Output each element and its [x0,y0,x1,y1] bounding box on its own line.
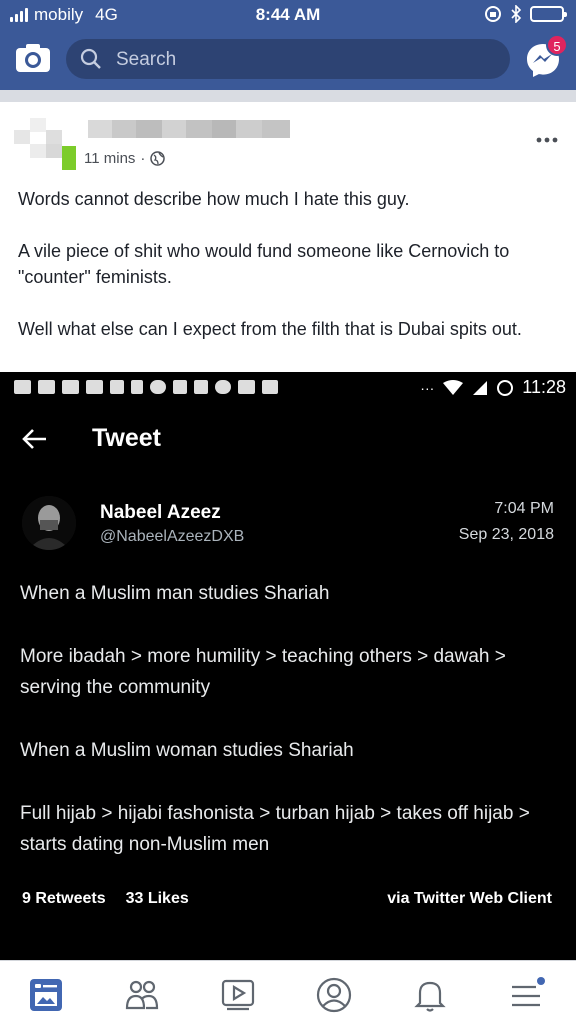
search-input[interactable]: Search [66,39,510,79]
android-status-bar: ··· 11:28 [0,372,576,404]
send-notification-icon [131,380,143,394]
notification-icon [150,380,166,394]
notification-icon [262,380,278,394]
battery-icon [530,6,567,22]
profile-icon [316,977,352,1013]
tweet-body: When a Muslim man studies Shariah More i… [20,578,560,892]
tab-notifications[interactable] [410,975,450,1015]
menu-icon [512,977,545,1007]
tweet-author-name: Nabeel Azeez [100,502,221,523]
back-arrow-icon [22,429,46,449]
tab-profile[interactable] [314,975,354,1015]
gmail-notification-icon [238,380,255,394]
tab-friends[interactable] [122,975,162,1015]
tweet-paragraph: More ibadah > more humility > teaching o… [20,646,506,698]
facebook-notification-icon [110,380,124,394]
post-meta: 11 mins · [84,150,166,167]
tweet-source: via Twitter Web Client [387,890,552,907]
post-paragraph: A vile piece of shit who would fund some… [18,241,510,287]
notification-icon [215,380,231,394]
search-icon [80,48,101,69]
tweet-paragraph: Full hijab > hijabi fashonista > turban … [20,803,530,855]
more-icon [536,137,558,143]
tweet-time: 7:04 PM [494,500,554,517]
tweet-author-handle: @NabeelAzeezDXB [100,528,245,545]
tab-news-feed[interactable] [26,975,66,1015]
tab-watch[interactable] [218,975,258,1015]
post-image-tweet-screenshot[interactable]: ··· 11:28 Tweet Nabeel Azeez @NabeelAzee… [0,372,576,960]
notification-icons [14,380,278,394]
globe-icon [150,151,166,166]
fb-header: Search 5 [0,30,576,90]
rotation-lock-icon [485,6,501,22]
post-body: Words cannot describe how much I hate th… [18,186,563,368]
bottom-tab-bar [0,960,576,1024]
battery-saver-icon [497,379,514,396]
post-paragraph: Words cannot describe how much I hate th… [18,189,410,209]
wifi-icon [443,379,464,395]
feed-post: 11 mins · Words cannot describe how much… [0,102,576,372]
news-feed-icon [30,979,62,1011]
author-name-blurred[interactable] [88,120,290,138]
tweet-paragraph: When a Muslim man studies Shariah [20,583,330,604]
notification-icon [86,380,103,394]
post-options-button[interactable] [536,124,558,150]
meta-separator: · [140,150,146,167]
status-icons [484,5,567,23]
post-timestamp[interactable]: 11 mins [84,150,135,167]
post-paragraph: Well what else can I expect from the fil… [18,319,522,339]
friends-icon [125,980,159,1010]
messenger-badge: 5 [546,34,568,56]
android-status-right: ··· 11:28 [420,377,566,398]
tweet-date: Sep 23, 2018 [458,526,554,543]
notification-icon [62,380,79,394]
android-time: 11:28 [522,377,566,397]
overflow-dots: ··· [420,379,435,396]
tweet-stats: 9 Retweets 33 Likes [22,890,189,908]
notification-icon [173,380,187,394]
feed-divider [0,90,576,102]
cell-signal-icon [473,380,488,395]
bell-icon [414,981,446,1012]
bluetooth-icon [511,5,522,23]
retweet-count: 9 Retweets [22,890,106,907]
person-avatar-image [22,496,76,550]
notification-icon [38,380,55,394]
search-placeholder: Search [116,49,177,70]
watch-icon [221,979,255,1011]
like-count: 33 Likes [125,890,189,907]
facebook-notification-icon [194,380,208,394]
author-avatar-blurred[interactable] [14,116,78,174]
tweet-toolbar: Tweet [0,420,576,460]
camera-icon [16,44,50,72]
tab-menu[interactable] [506,975,546,1015]
tweet-header-title: Tweet [92,424,161,452]
ios-status-bar: mobily 4G 8:44 AM [0,0,576,30]
notification-icon [14,380,31,394]
tweet-author-avatar [22,496,76,550]
camera-button[interactable] [14,42,52,74]
tweet-paragraph: When a Muslim woman studies Shariah [20,740,354,761]
